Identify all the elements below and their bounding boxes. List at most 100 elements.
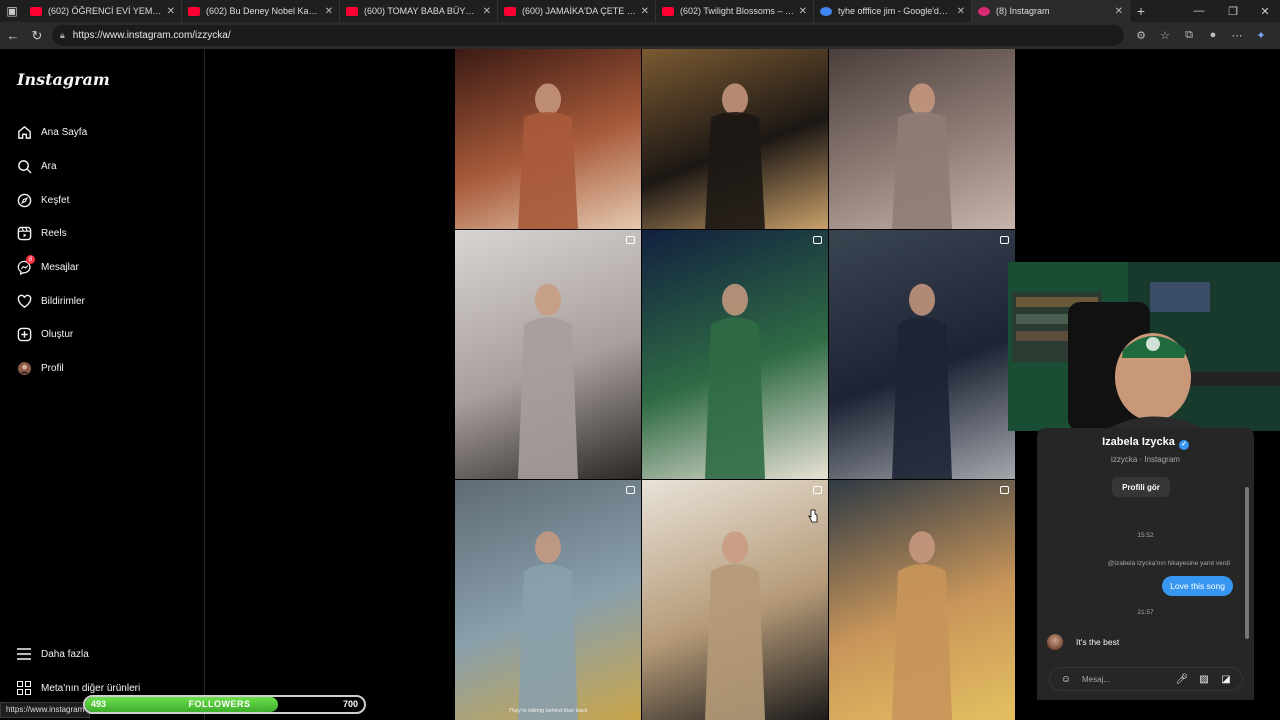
person-silhouette [705,83,765,229]
status-link-preview: https://www.instagram [0,702,91,718]
sidebar-item-search[interactable]: Ara [12,152,192,180]
browser-tab[interactable]: (8) Instagram ✕ [972,0,1130,22]
sticker-icon[interactable]: ◪ [1218,674,1234,685]
copilot-icon[interactable]: ✦ [1252,26,1270,44]
browser-tab[interactable]: (602) ÖĞRENCİ EVİ YEMEKTEYİZ ✕ [24,0,182,22]
hamburger-icon [12,642,36,666]
view-profile-button[interactable]: Profili gör [1112,477,1170,497]
sidebar-item-plus-square[interactable]: Oluştur [12,320,192,348]
new-tab-button[interactable]: + [1130,3,1152,19]
contact-subtitle: izzycka · Instagram [1111,455,1180,464]
message-timestamp: 21:57 [1137,609,1154,616]
compass-icon [12,188,36,212]
instagram-logo[interactable]: Instagram [17,70,110,89]
close-window-icon[interactable]: ✕ [1248,0,1280,22]
post-thumbnail[interactable] [829,49,1015,229]
tab-title: (602) ÖĞRENCİ EVİ YEMEKTEYİZ [48,6,163,16]
close-tab-icon[interactable]: ✕ [325,6,333,17]
close-tab-icon[interactable]: ✕ [1115,6,1123,17]
favorites-icon[interactable]: ☆ [1156,26,1174,44]
post-thumbnail[interactable]: They're talking behind their back [455,480,641,720]
url-field[interactable]: 🔒︎ https://www.instagram.com/izzycka/ [52,25,1124,46]
close-tab-icon[interactable]: ✕ [957,6,965,17]
followers-label: FOLLOWERS [188,699,251,709]
person-silhouette [892,83,952,229]
sidebar-item-more[interactable]: Daha fazla [12,640,192,668]
instagram-icon [978,6,990,16]
reload-icon[interactable]: ↻ [26,25,48,47]
carousel-icon [813,236,822,244]
verified-badge-icon: ✓ [1178,440,1189,450]
sidebar-item-messenger[interactable]: 8 Mesajlar [12,253,192,281]
carousel-icon [626,486,635,494]
tab-strip: (602) ÖĞRENCİ EVİ YEMEKTEYİZ✕(602) Bu De… [24,0,1130,22]
back-icon[interactable]: ← [2,25,24,47]
youtube-icon [662,6,674,16]
close-tab-icon[interactable]: ✕ [641,6,649,17]
tab-title: (602) Bu Deney Nobel Kazandı: M [206,6,321,16]
webcam-overlay [1008,262,1280,431]
youtube-icon [346,6,358,16]
sidebar-item-avatar[interactable]: Profil [12,354,192,382]
person-silhouette [518,283,578,479]
chat-contact-name[interactable]: Izabela Izycka ✓ [1037,436,1254,450]
post-thumbnail[interactable] [829,230,1015,479]
browser-tab[interactable]: (600) JAMAİKA'DA ÇETE ÜYELERİ ✕ [498,0,656,22]
post-thumbnail[interactable] [642,480,828,720]
instagram-sidebar: Instagram Ana Sayfa Ara Keşfet Reels 8 Mesajl… [0,49,205,720]
minimize-icon[interactable]: — [1182,0,1216,22]
close-tab-icon[interactable]: ✕ [167,6,175,17]
microphone-icon[interactable]: 🎤︎ [1174,674,1190,685]
restore-icon[interactable]: ❐ [1216,0,1250,22]
post-thumbnail[interactable] [829,480,1015,720]
sidebar-item-reels[interactable]: Reels [12,219,192,247]
hand-cursor-icon [808,509,818,523]
avatar-icon [12,356,36,380]
sidebar-item-label: Keşfet [41,194,70,206]
person-silhouette [518,83,578,229]
collections-icon[interactable]: ⧉ [1180,26,1198,44]
grid-apps-icon [12,676,36,700]
browser-tab[interactable]: (602) Twilight Blossoms – Laugh ✕ [656,0,814,22]
sidebar-item-heart[interactable]: Bildirimler [12,287,192,315]
sidebar-item-label: Bildirimler [41,295,85,307]
youtube-icon [504,6,516,16]
emoji-icon[interactable]: ☺ [1058,674,1074,685]
post-caption-overlay: They're talking behind their back [508,708,588,714]
incoming-message[interactable]: It's the best [1047,634,1119,650]
youtube-icon [188,6,200,16]
sidebar-item-label: Reels [41,227,67,239]
story-reply-note: @Izabela Izycka'nın hikayesine yanıt ver… [1107,560,1230,567]
followers-goal-bar: 493 FOLLOWERS 700 [83,695,366,714]
post-thumbnail[interactable] [455,230,641,479]
sidebar-item-compass[interactable]: Keşfet [12,186,192,214]
message-input[interactable]: ☺ Mesaj... 🎤︎ ▨ ◪ [1049,667,1243,691]
chat-scrollbar[interactable] [1245,487,1249,639]
image-icon[interactable]: ▨ [1196,674,1212,685]
extensions-icon[interactable]: ⚙ [1132,26,1150,44]
sidebar-item-home[interactable]: Ana Sayfa [12,118,192,146]
outgoing-message[interactable]: Love this song [1162,576,1233,596]
profile-post-grid: They're talking behind their back [455,49,1015,720]
profile-avatar-icon[interactable]: ● [1204,26,1222,44]
sidebar-item-label: Ana Sayfa [41,126,88,138]
avatar [1047,634,1063,650]
close-tab-icon[interactable]: ✕ [483,6,491,17]
browser-tab[interactable]: (600) TOMAY BABA BÜYÜK SIRRI ✕ [340,0,498,22]
browser-tab[interactable]: (602) Bu Deney Nobel Kazandı: M ✕ [182,0,340,22]
person-silhouette [518,531,578,720]
close-tab-icon[interactable]: ✕ [799,6,807,17]
sidebar-item-label: Ara [41,160,57,172]
browser-tab[interactable]: tyhe offfice jim - Google'da Ara ✕ [814,0,972,22]
window-menu-icon[interactable]: ▣ [0,0,24,22]
url-text: https://www.instagram.com/izzycka/ [72,30,231,41]
plus-square-icon [12,322,36,346]
person-silhouette [705,283,765,479]
post-thumbnail[interactable] [455,49,641,229]
more-icon[interactable]: ⋯ [1228,26,1246,44]
post-thumbnail[interactable] [642,230,828,479]
tab-title: (600) JAMAİKA'DA ÇETE ÜYELERİ [522,6,637,16]
post-thumbnail[interactable] [642,49,828,229]
google-icon [820,6,832,16]
person-silhouette [705,531,765,720]
